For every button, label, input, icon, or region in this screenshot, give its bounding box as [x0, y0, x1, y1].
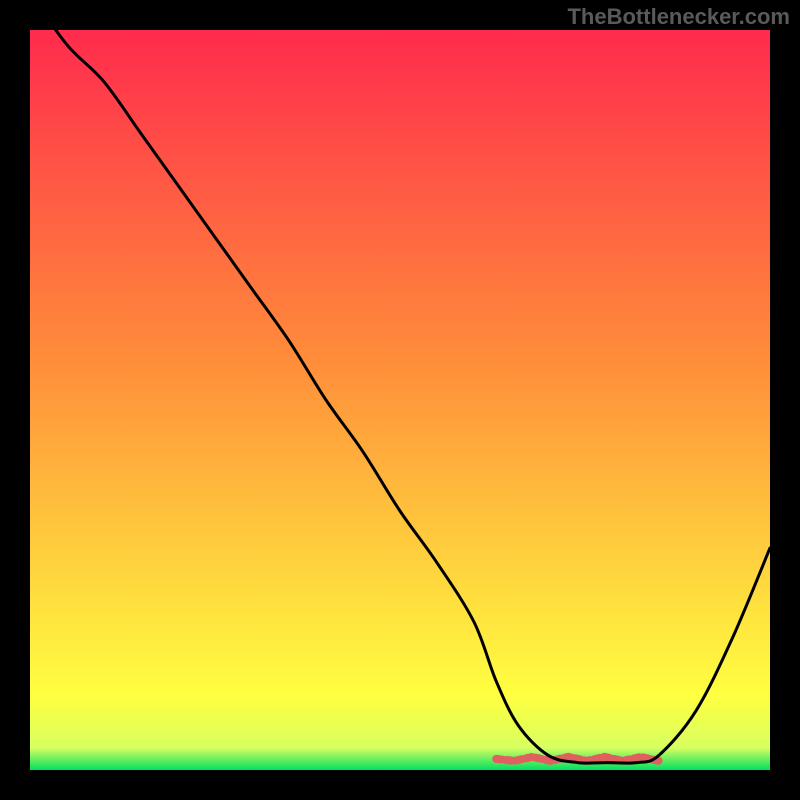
bottleneck-chart — [30, 30, 770, 770]
gradient-background — [30, 30, 770, 770]
chart-container: TheBottlenecker.com — [0, 0, 800, 800]
watermark-label: TheBottlenecker.com — [567, 4, 790, 30]
flat-region-highlight — [496, 757, 659, 761]
